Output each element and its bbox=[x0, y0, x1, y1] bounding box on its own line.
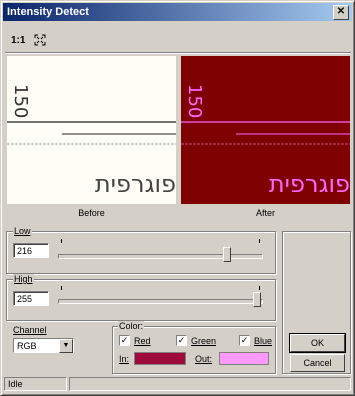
zoom-1to1-button[interactable]: 1:1 bbox=[11, 35, 25, 46]
after-preview: 150 פוגרפית bbox=[181, 56, 350, 204]
high-slider-thumb[interactable] bbox=[253, 292, 261, 307]
low-slider-thumb[interactable] bbox=[223, 247, 232, 262]
green-label: Green bbox=[191, 336, 217, 346]
high-slider-tick-min bbox=[61, 286, 62, 290]
blue-checkbox[interactable]: ✓ bbox=[239, 335, 250, 346]
before-preview: 150 פוגרפית bbox=[7, 56, 176, 204]
high-slider-tick-max bbox=[259, 286, 260, 290]
in-label: In: bbox=[119, 354, 130, 364]
after-image: 150 פוגרפית bbox=[181, 84, 350, 198]
high-label: High bbox=[13, 274, 34, 284]
channel-select[interactable]: RGB ▼ bbox=[13, 338, 74, 353]
red-checkbox[interactable]: ✓ bbox=[119, 335, 130, 346]
blue-label: Blue bbox=[254, 336, 273, 346]
ok-button[interactable]: OK bbox=[289, 333, 346, 353]
green-checkbox[interactable]: ✓ bbox=[176, 335, 187, 346]
low-slider-track[interactable] bbox=[58, 254, 263, 259]
after-number-text: 150 bbox=[184, 84, 205, 118]
close-button[interactable]: ✕ bbox=[333, 5, 349, 20]
channel-selected-value: RGB bbox=[17, 341, 37, 351]
color-group bbox=[112, 326, 276, 374]
low-slider-tick-max bbox=[259, 239, 260, 243]
out-color-swatch[interactable] bbox=[219, 352, 269, 365]
low-slider-tick-min bbox=[61, 239, 62, 243]
right-panel bbox=[282, 231, 351, 374]
chevron-down-icon[interactable]: ▼ bbox=[59, 339, 73, 353]
before-hebrew-text: פוגרפית bbox=[95, 170, 176, 198]
status-bar-panel bbox=[69, 377, 351, 391]
window-title: Intensity Detect bbox=[7, 6, 89, 18]
before-caption: Before bbox=[78, 208, 105, 218]
toolbar-separator bbox=[5, 52, 351, 54]
status-text: Idle bbox=[4, 377, 67, 391]
low-label: Low bbox=[13, 226, 32, 236]
in-color-swatch[interactable] bbox=[134, 352, 186, 365]
red-label: Red bbox=[134, 336, 151, 346]
intensity-detect-dialog: Intensity Detect ✕ 1:1 150 פוגרפית 150 פ… bbox=[0, 0, 355, 396]
out-label: Out: bbox=[195, 354, 213, 364]
channel-label: Channel bbox=[13, 325, 47, 335]
fit-to-window-icon[interactable] bbox=[34, 34, 46, 46]
before-image: 150 פוגרפית bbox=[7, 84, 176, 198]
cancel-button[interactable]: Cancel bbox=[290, 354, 345, 372]
high-slider-track[interactable] bbox=[58, 299, 263, 304]
low-value-input[interactable]: 216 bbox=[13, 243, 49, 258]
after-caption: After bbox=[255, 208, 275, 218]
color-label: Color: bbox=[118, 321, 145, 331]
title-bar[interactable]: Intensity Detect ✕ bbox=[3, 3, 352, 21]
before-number-text: 150 bbox=[10, 84, 31, 118]
high-value-input[interactable]: 255 bbox=[13, 291, 49, 306]
after-hebrew-text: פוגרפית bbox=[269, 170, 350, 198]
